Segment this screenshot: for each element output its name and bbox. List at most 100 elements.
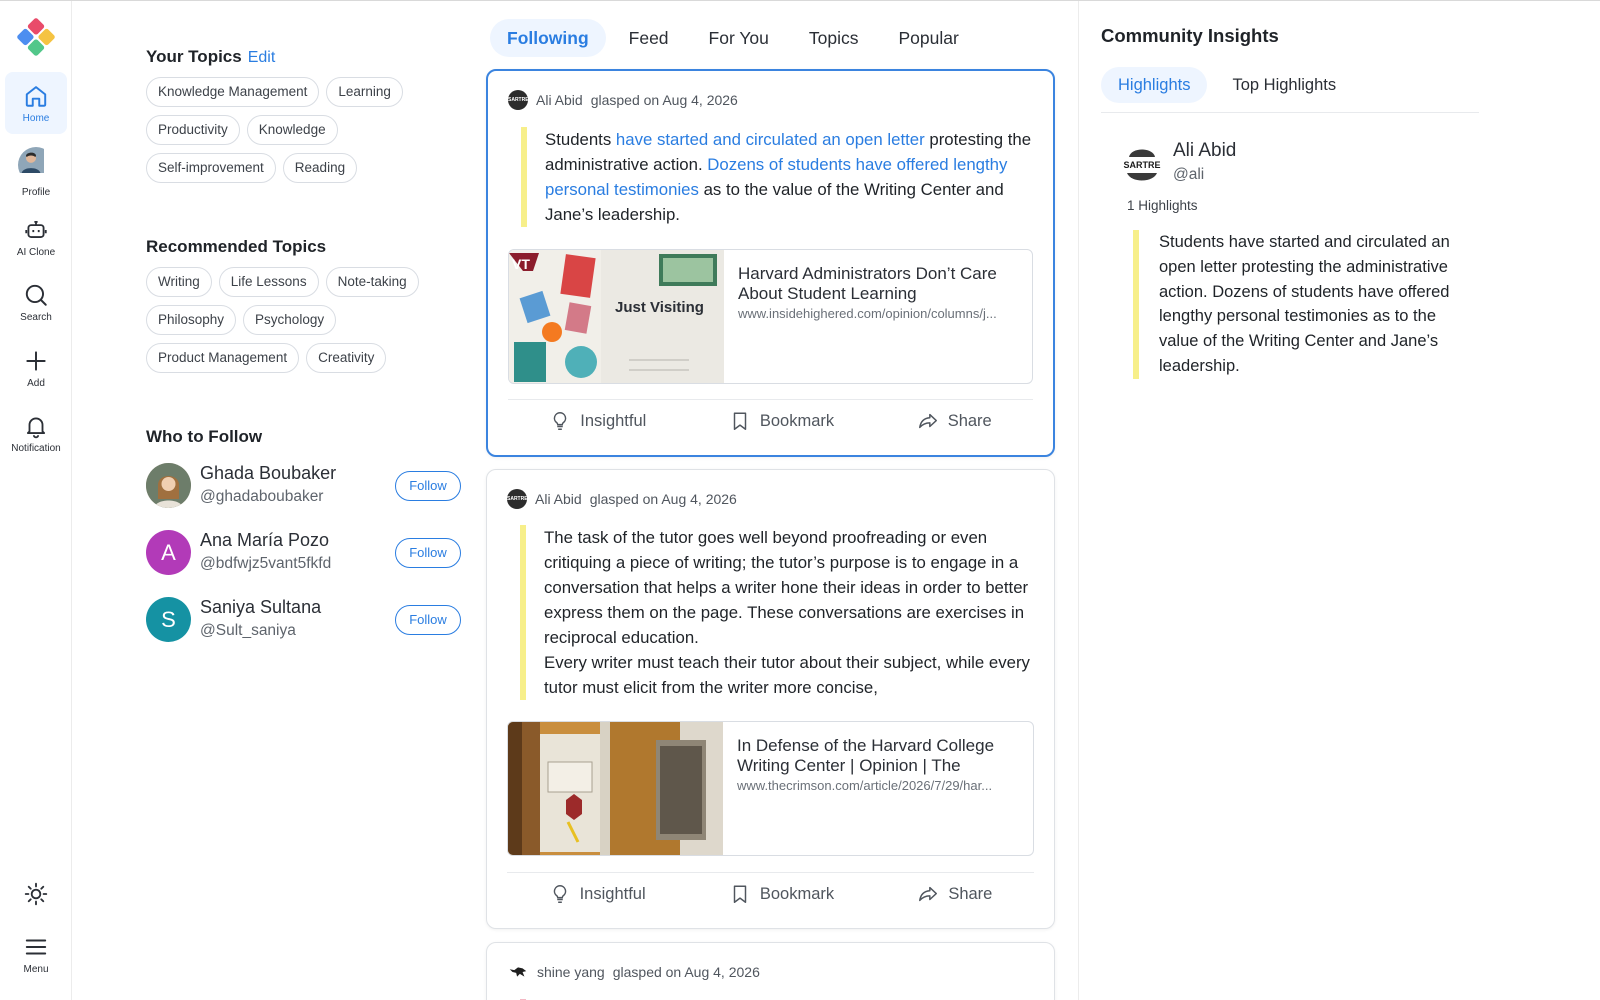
post-quote: The task of the tutor goes well beyond p… [520, 525, 1034, 700]
topic-chip[interactable]: Philosophy [146, 305, 237, 335]
follow-suggestion: S Saniya Sultana @Sult_saniya Follow [146, 597, 461, 643]
topic-chip[interactable]: Psychology [243, 305, 337, 335]
link-thumbnail [508, 722, 723, 855]
community-insights-panel: Community Insights Highlights Top Highli… [1078, 1, 1600, 1000]
topic-chip[interactable]: Knowledge [246, 115, 338, 145]
avatar: A [146, 530, 191, 575]
topic-chip[interactable]: Note-taking [325, 267, 419, 297]
home-icon [25, 85, 47, 107]
tab-for-you[interactable]: For You [692, 19, 786, 57]
insightful-button[interactable]: Insightful [549, 410, 646, 432]
action-label: Insightful [579, 884, 646, 903]
link-url: www.insidehighered.com/opinion/columns/j… [738, 306, 997, 321]
diamond-logo-icon [17, 18, 55, 56]
link-preview[interactable]: Just Visiting VT Harvard Administrators … [508, 249, 1033, 384]
topic-chip[interactable]: Self-improvement [146, 153, 276, 183]
post-author[interactable]: Ali Abid [536, 92, 583, 108]
tab-following[interactable]: Following [490, 19, 606, 57]
action-label: Bookmark [759, 411, 835, 430]
rail-label: AI Clone [16, 246, 56, 258]
topic-chip[interactable]: Knowledge Management [146, 77, 320, 107]
post-author[interactable]: shine yang [537, 964, 605, 980]
bookmark-button[interactable]: Bookmark [729, 410, 834, 432]
topic-chip[interactable]: Product Management [146, 343, 300, 373]
link-thumbnail: Just Visiting VT [509, 250, 724, 383]
rail-item-search[interactable]: Search [5, 271, 67, 333]
follow-name[interactable]: Ana María Pozo [200, 530, 329, 551]
follow-name[interactable]: Ghada Boubaker [200, 463, 336, 484]
tab-feed[interactable]: Feed [612, 19, 686, 57]
rail-item-add[interactable]: Add [5, 337, 67, 399]
post-header: shine yang glasped on Aug 4, 2026 [507, 961, 760, 983]
avatar [146, 463, 191, 508]
theme-toggle[interactable] [5, 863, 67, 925]
tab-topics[interactable]: Topics [792, 19, 876, 57]
tab-highlights[interactable]: Highlights [1101, 67, 1208, 103]
share-icon [918, 413, 937, 429]
rail-item-profile[interactable]: Profile [5, 141, 67, 203]
avatar: SARTRE [507, 489, 527, 509]
rail-label: Home [22, 112, 50, 124]
insight-user-name[interactable]: Ali Abid [1173, 140, 1236, 162]
avatar: SARTRE [508, 90, 528, 110]
post-header: SARTRE Ali Abid glasped on Aug 4, 2026 [507, 488, 737, 510]
lightbulb-icon [553, 885, 566, 903]
left-rail: Home Profile AI Clone Search Add Notific… [0, 1, 72, 1000]
rail-item-notification[interactable]: Notification [5, 402, 67, 464]
rail-label: Profile [21, 186, 51, 198]
feed-post[interactable]: SARTRE Ali Abid glasped on Aug 4, 2026 S… [486, 69, 1055, 457]
topic-chip[interactable]: Life Lessons [218, 267, 319, 297]
hamburger-icon [25, 939, 47, 954]
follow-name[interactable]: Saniya Sultana [200, 597, 321, 618]
your-topics-chips: Knowledge Management Learning Productivi… [146, 77, 456, 183]
rail-item-ai-clone[interactable]: AI Clone [5, 206, 67, 268]
insights-tabs: Highlights Top Highlights [1101, 67, 1479, 113]
rail-label: Menu [23, 963, 49, 975]
follow-button[interactable]: Follow [395, 471, 461, 501]
post-author[interactable]: Ali Abid [535, 491, 582, 507]
share-button[interactable]: Share [917, 410, 992, 432]
tab-popular[interactable]: Popular [881, 19, 975, 57]
topic-chip[interactable]: Productivity [146, 115, 240, 145]
topic-chip[interactable]: Reading [282, 153, 358, 183]
action-label: Insightful [580, 411, 647, 430]
robot-icon [25, 220, 47, 238]
divider [507, 872, 1034, 873]
follow-handle: @bdfwjz5vant5fkfd [200, 555, 332, 572]
share-button[interactable]: Share [917, 883, 992, 905]
post-actions: Insightful Bookmark Share [507, 874, 1034, 914]
rail-label: Search [20, 311, 52, 323]
quote-text: Students [545, 130, 616, 149]
lightbulb-icon [554, 412, 567, 430]
rail-item-home[interactable]: Home [5, 72, 67, 134]
edit-topics-link[interactable]: Edit [248, 49, 276, 66]
link-preview[interactable]: In Defense of the Harvard College Writin… [507, 721, 1034, 856]
highlight-count: 1 Highlights [1127, 198, 1198, 213]
rail-label: Add [27, 377, 45, 389]
feed-post[interactable]: SARTRE Ali Abid glasped on Aug 4, 2026 T… [486, 469, 1055, 929]
follow-button[interactable]: Follow [395, 605, 461, 635]
follow-handle: @Sult_saniya [200, 622, 296, 639]
feed-post[interactable]: shine yang glasped on Aug 4, 2026 [486, 942, 1055, 1000]
follow-suggestion: A Ana María Pozo @bdfwjz5vant5fkfd Follo… [146, 530, 461, 576]
topic-chip[interactable]: Writing [146, 267, 212, 297]
topic-chip[interactable]: Creativity [306, 343, 387, 373]
post-quote: Students have started and circulated an … [521, 127, 1033, 227]
follow-handle: @ghadaboubaker [200, 488, 324, 505]
post-meta: glasped on Aug 4, 2026 [589, 491, 737, 507]
rail-item-menu[interactable]: Menu [5, 923, 67, 985]
avatar[interactable]: SARTRE [1121, 143, 1163, 185]
divider [508, 399, 1033, 400]
post-header: SARTRE Ali Abid glasped on Aug 4, 2026 [508, 89, 738, 111]
action-label: Share [948, 884, 993, 903]
feed-tabs: Following Feed For You Topics Popular [490, 19, 976, 57]
plus-icon [26, 350, 46, 371]
app-logo[interactable] [15, 16, 57, 58]
section-title: Recommended Topics [146, 237, 327, 256]
bookmark-button[interactable]: Bookmark [729, 883, 834, 905]
follow-button[interactable]: Follow [395, 538, 461, 568]
topic-chip[interactable]: Learning [326, 77, 403, 107]
tab-top-highlights[interactable]: Top Highlights [1215, 67, 1353, 103]
quote-text: The task of the tutor goes well beyond p… [544, 528, 1029, 647]
insightful-button[interactable]: Insightful [549, 883, 646, 905]
